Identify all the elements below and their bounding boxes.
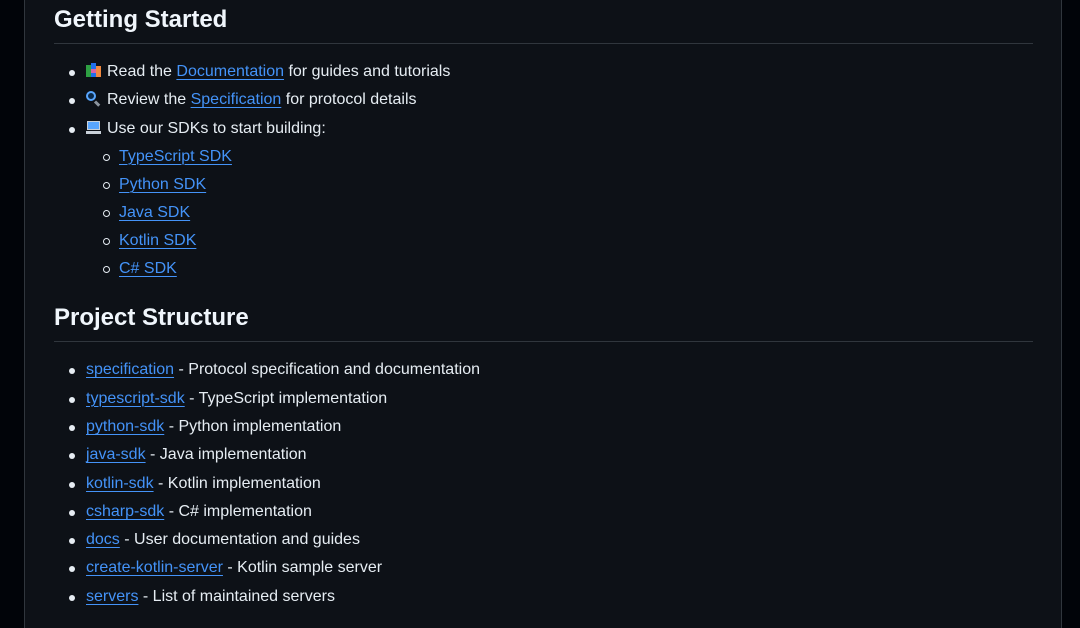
java-sdk-dir-link[interactable]: java-sdk [86,446,146,463]
books-icon [86,63,101,78]
create-kotlin-server-dir-link[interactable]: create-kotlin-server [86,559,223,576]
python-sdk-dir-link[interactable]: python-sdk [86,418,164,435]
bullet [69,453,75,460]
list-item-docs-dir: docs - User documentation and guides [54,528,1033,552]
heading-project-structure: Project Structure [54,303,1033,343]
list-item-kotlin-sdk-dir: kotlin-sdk - Kotlin implementation [54,472,1033,496]
csharp-sdk-dir-link[interactable]: csharp-sdk [86,503,164,520]
item-description: - Java implementation [145,446,307,464]
bullet [69,126,75,133]
specification-link[interactable]: Specification [191,91,282,108]
sdk-item-python: Python SDK [86,173,1033,197]
item-suffix: for guides and tutorials [284,63,451,80]
list-item-csharp-sdk-dir: csharp-sdk - C# implementation [54,500,1033,524]
item-prefix: Read the [107,63,177,80]
sdk-item-java: Java SDK [86,201,1033,225]
item-suffix: for protocol details [281,91,417,109]
docs-dir-link[interactable]: docs [86,531,120,548]
typescript-sdk-link[interactable]: TypeScript SDK [119,148,232,165]
item-prefix: Review the [107,91,191,109]
list-item-python-sdk-dir: python-sdk - Python implementation [54,415,1033,439]
bullet [69,481,75,488]
item-description: - Kotlin implementation [153,474,321,492]
bullet [69,368,75,375]
circle-bullet [103,266,110,274]
typescript-sdk-dir-link[interactable]: typescript-sdk [86,390,185,407]
bullet [69,509,75,516]
list-item-create-kotlin-server-dir: create-kotlin-server - Kotlin sample ser… [54,556,1033,580]
list-item-specification-dir: specification - Protocol specification a… [54,358,1033,382]
item-text: Use our SDKs to start building: [107,119,326,137]
kotlin-sdk-dir-link[interactable]: kotlin-sdk [86,475,154,492]
documentation-link[interactable]: Documentation [176,63,284,80]
item-description: - Python implementation [164,417,342,435]
circle-bullet [103,209,110,217]
list-item-sdks: Use our SDKs to start building: TypeScri… [54,117,1033,282]
csharp-sdk-link[interactable]: C# SDK [119,260,177,277]
list-item-typescript-sdk-dir: typescript-sdk - TypeScript implementati… [54,387,1033,411]
bullet [69,594,75,601]
project-structure-list: specification - Protocol specification a… [54,358,1033,608]
sdk-item-csharp: C# SDK [86,257,1033,281]
list-item-specification: Review the Specification for protocol de… [54,88,1033,112]
item-description: - TypeScript implementation [184,389,388,407]
circle-bullet [103,153,110,161]
bullet [69,566,75,573]
bullet [69,70,75,76]
page: Getting Started Read the Documentation f… [0,0,1080,628]
item-description: - Kotlin sample server [222,559,383,577]
python-sdk-link[interactable]: Python SDK [119,176,206,193]
readme-body: Getting Started Read the Documentation f… [54,0,1033,613]
bullet [69,424,75,431]
item-description: - C# implementation [164,502,312,520]
circle-bullet [103,238,110,246]
sdk-item-typescript: TypeScript SDK [86,145,1033,169]
readme-content: Getting Started Read the Documentation f… [24,0,1062,628]
sdk-list: TypeScript SDK Python SDK Java SDK Kotli… [86,145,1033,282]
getting-started-list: Read the Documentation for guides and tu… [54,60,1033,281]
kotlin-sdk-link[interactable]: Kotlin SDK [119,232,196,249]
servers-dir-link[interactable]: servers [86,588,138,605]
heading-getting-started: Getting Started [54,5,1033,44]
list-item-java-sdk-dir: java-sdk - Java implementation [54,443,1033,467]
item-description: - User documentation and guides [119,531,360,549]
bullet [69,538,75,545]
sdk-item-kotlin: Kotlin SDK [86,229,1033,253]
specification-dir-link[interactable]: specification [86,361,174,378]
laptop-icon [86,120,101,135]
bullet [69,98,75,105]
java-sdk-link[interactable]: Java SDK [119,204,190,221]
item-description: - Protocol specification and documentati… [174,361,480,379]
bullet [69,396,75,403]
item-description: - List of maintained servers [138,587,335,605]
magnifier-icon [86,91,101,108]
list-item-servers-dir: servers - List of maintained servers [54,585,1033,609]
list-item-documentation: Read the Documentation for guides and tu… [54,60,1033,84]
circle-bullet [103,181,110,189]
